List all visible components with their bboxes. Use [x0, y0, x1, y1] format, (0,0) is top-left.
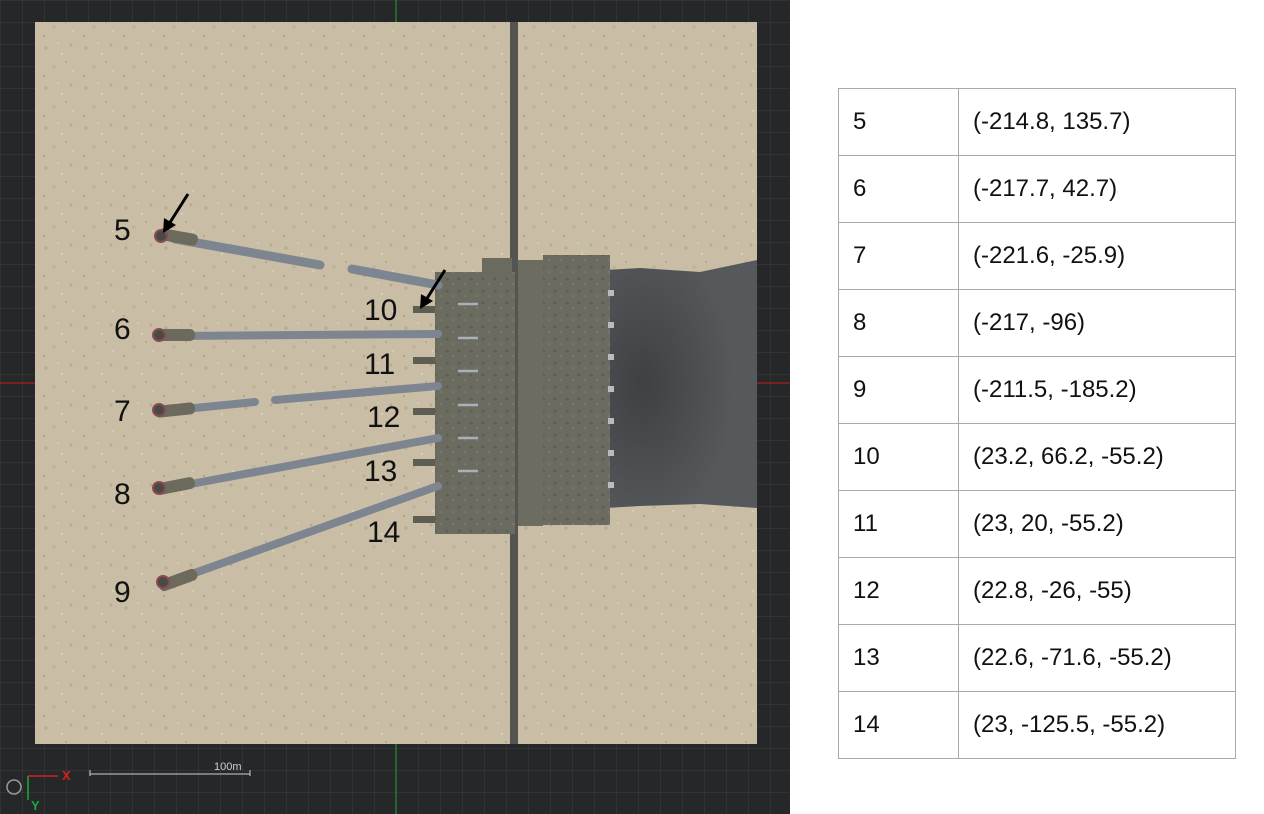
coordinates-cell: (22.6, -71.6, -55.2) — [958, 624, 1236, 692]
coordinates-cell: (23, -125.5, -55.2) — [958, 691, 1236, 759]
table-row: 10 (23.2, 66.2, -55.2) — [838, 423, 1236, 491]
table-row: 7 (-221.6, -25.9) — [838, 222, 1236, 290]
pipe-6 — [171, 330, 442, 340]
point-id-cell: 10 — [838, 423, 959, 491]
point-id-cell: 8 — [838, 289, 959, 357]
point-label-7: 7 — [114, 395, 131, 428]
coordinates-table-body: 5 (-214.8, 135.7) 6 (-217.7, 42.7) 7 (-221.6,… — [838, 88, 1236, 759]
point-label-13: 13 — [364, 455, 398, 488]
coordinates-cell: (-221.6, -25.9) — [958, 222, 1236, 290]
coordinates-table: 5 (-214.8, 135.7) 6 (-217.7, 42.7) 7 (-221.6,… — [838, 88, 1236, 759]
table-row: 8 (-217, -96) — [838, 289, 1236, 357]
point-label-12: 12 — [367, 401, 401, 434]
point-id-cell: 11 — [838, 490, 959, 558]
table-row: 13 (22.6, -71.6, -55.2) — [838, 624, 1236, 692]
table-row: 6 (-217.7, 42.7) — [838, 155, 1236, 223]
structure-mid — [518, 260, 543, 526]
point-id-cell: 12 — [838, 557, 959, 625]
point-label-10: 10 — [364, 294, 398, 327]
table-row: 9 (-211.5, -185.2) — [838, 356, 1236, 424]
point-label-5: 5 — [114, 214, 131, 247]
structure-left — [435, 272, 515, 534]
scale-bar-label: 100m — [214, 761, 242, 773]
table-row: 5 (-214.8, 135.7) — [838, 88, 1236, 156]
point-id-cell: 9 — [838, 356, 959, 424]
point-label-9: 9 — [114, 576, 131, 609]
3d-viewport[interactable]: 5 6 7 8 9 10 11 12 13 14 100m X Y — [0, 0, 790, 814]
coordinates-cell: (23.2, 66.2, -55.2) — [958, 423, 1236, 491]
point-id-cell: 6 — [838, 155, 959, 223]
point-id-cell: 5 — [838, 88, 959, 156]
point-id-cell: 14 — [838, 691, 959, 759]
coordinates-cell: (-211.5, -185.2) — [958, 356, 1236, 424]
axis-y-label: Y — [31, 798, 40, 813]
point-label-8: 8 — [114, 478, 131, 511]
structure-cap — [482, 258, 512, 274]
structure-right — [543, 255, 610, 525]
point-id-cell: 7 — [838, 222, 959, 290]
table-row: 14 (23, -125.5, -55.2) — [838, 691, 1236, 759]
tunnel-bore — [605, 260, 757, 508]
table-row: 12 (22.8, -26, -55) — [838, 557, 1236, 625]
point-label-6: 6 — [114, 313, 131, 346]
coordinates-cell: (-217.7, 42.7) — [958, 155, 1236, 223]
coordinates-cell: (22.8, -26, -55) — [958, 557, 1236, 625]
table-row: 11 (23, 20, -55.2) — [838, 490, 1236, 558]
coordinates-cell: (-217, -96) — [958, 289, 1236, 357]
point-id-cell: 13 — [838, 624, 959, 692]
point-label-11: 11 — [364, 348, 396, 381]
coordinates-cell: (-214.8, 135.7) — [958, 88, 1236, 156]
coordinates-cell: (23, 20, -55.2) — [958, 490, 1236, 558]
point-label-14: 14 — [367, 516, 401, 549]
axis-x-label: X — [62, 768, 71, 783]
